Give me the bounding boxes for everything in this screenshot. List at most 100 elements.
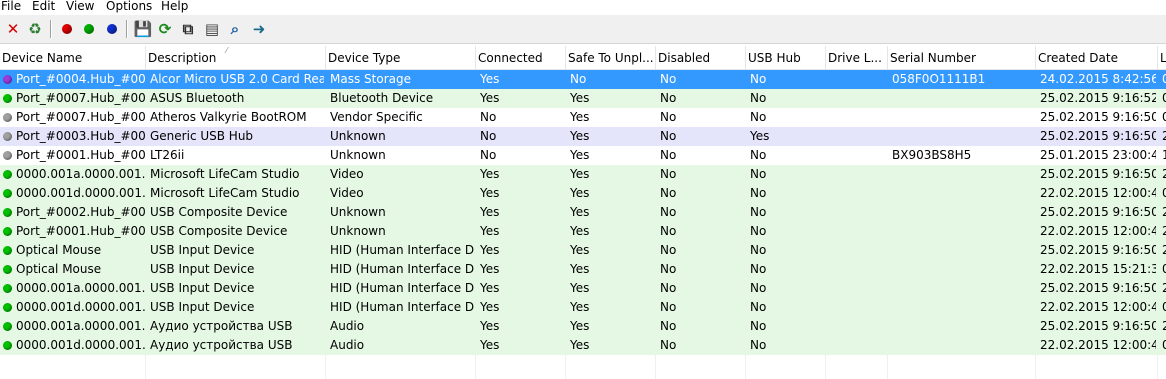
table-row[interactable]: 0000.001a.0000.001.00... USB Input Device… [0, 279, 1166, 298]
table-row[interactable]: 0000.001d.0000.001.00... Microsoft LifeCa… [0, 184, 1166, 203]
table-cell [830, 222, 886, 241]
exit-icon: ➜ [252, 20, 266, 38]
save-button[interactable]: 💾 [134, 20, 153, 38]
table-cell: Video [330, 167, 364, 181]
table-row[interactable]: 0000.001a.0000.001.00... Microsoft LifeCa… [0, 165, 1166, 184]
blue-dot-button[interactable] [103, 20, 121, 38]
table-cell: 25.02.2015 9:16:50 [1040, 205, 1156, 219]
menu-edit[interactable]: Edit [32, 0, 55, 14]
table-cell [830, 241, 886, 260]
column-header[interactable]: Disabled [656, 46, 746, 69]
table-cell: Yes [480, 243, 500, 257]
uninstall-icon: ♻ [28, 20, 42, 38]
table-row[interactable]: Port_#0001.Hub_#0007 LT26ii Unknown No Yes No… [0, 146, 1166, 165]
table-cell: Yes [480, 167, 500, 181]
table-row[interactable]: 0000.001d.0000.001.00... USB Input Device… [0, 298, 1166, 317]
table-cell: Yes [480, 205, 500, 219]
table-cell: Yes [480, 262, 500, 276]
table-cell: BX903BS8H5 [892, 148, 972, 162]
toolbar: ✕ ♻ 💾 ⟳ ⧉ ▤ ⌕ ➜ [0, 15, 1166, 44]
column-header[interactable]: Drive L... [826, 46, 888, 69]
table-cell: Port_#0004.Hub_#0006 [16, 72, 145, 86]
table-cell: Video [330, 186, 364, 200]
table-cell: 24.02.2015 8:42:56 [1040, 72, 1156, 86]
table-cell [892, 279, 1034, 298]
device-status-icon [3, 151, 12, 160]
menu-file[interactable]: File [1, 0, 21, 14]
table-cell [830, 165, 886, 184]
column-header[interactable]: Device Name [0, 46, 146, 69]
table-cell: 0000.001d.0000.001.00... [16, 338, 145, 352]
table-cell: No [660, 186, 677, 200]
menu-view[interactable]: View [66, 0, 94, 14]
table-row[interactable]: Port_#0003.Hub_#0003 Generic USB Hub Unkno… [0, 127, 1166, 146]
table-row[interactable]: Optical Mouse USB Input Device HID (Human … [0, 241, 1166, 260]
column-header[interactable]: USB Hub [746, 46, 826, 69]
table-cell: 058F0O1111B1 [892, 72, 986, 86]
table-cell: Yes [570, 224, 590, 238]
table-row[interactable]: 0000.001d.0000.001.00... Аудио устройства… [0, 336, 1166, 355]
table-cell [892, 336, 1034, 355]
table-row[interactable]: Port_#0001.Hub_#0006 USB Composite Device… [0, 222, 1166, 241]
refresh-button[interactable]: ⟳ [156, 20, 174, 38]
table-row[interactable]: Optical Mouse USB Input Device HID (Human … [0, 260, 1166, 279]
table-cell: Yes [570, 338, 590, 352]
device-status-icon [3, 341, 12, 350]
menu-help[interactable]: Help [161, 0, 188, 14]
table-cell: Yes [480, 186, 500, 200]
table-cell: 0000.001a.0000.001.00... [16, 167, 145, 181]
device-list[interactable]: Device Name Description ⁄ Device Type Connec… [0, 46, 1166, 379]
table-cell [830, 279, 886, 298]
find-button[interactable]: ⌕ [226, 20, 244, 38]
table-cell: No [480, 129, 497, 143]
table-cell: No [660, 91, 677, 105]
table-cell: 1 [1162, 148, 1166, 162]
column-header[interactable]: Serial Number [888, 46, 1036, 69]
column-header[interactable]: Safe To Unpl... [566, 46, 656, 69]
table-cell: Unknown [330, 148, 386, 162]
table-cell: Atheros Valkyrie BootROM [150, 110, 307, 124]
copy-button[interactable]: ⧉ [179, 20, 197, 38]
red-dot-button[interactable] [58, 20, 76, 38]
table-cell: Аудио устройства USB [150, 319, 293, 333]
device-status-icon [3, 284, 12, 293]
table-cell [830, 108, 886, 127]
menu-options[interactable]: Options [106, 0, 152, 14]
device-status-icon [3, 189, 12, 198]
table-cell [830, 70, 886, 89]
column-header[interactable]: Device Type [326, 46, 476, 69]
table-cell: Yes [570, 205, 590, 219]
table-row[interactable]: Port_#0007.Hub_#0007 Atheros Valkyrie Boo… [0, 108, 1166, 127]
device-status-icon [3, 322, 12, 331]
green-dot-icon [84, 24, 94, 34]
table-cell: 0 [1162, 110, 1166, 124]
table-cell: Yes [480, 72, 500, 86]
table-cell: 0 [1162, 72, 1166, 86]
exit-button[interactable]: ➜ [250, 20, 268, 38]
column-header[interactable]: Description [146, 46, 326, 69]
table-cell: Microsoft LifeCam Studio [150, 167, 300, 181]
device-status-icon [3, 227, 12, 236]
table-row[interactable]: Port_#0007.Hub_#0007 ASUS Bluetooth Blueto… [0, 89, 1166, 108]
table-row[interactable]: Port_#0004.Hub_#0006 Alcor Micro USB 2.0 … [0, 70, 1166, 89]
table-cell: Yes [480, 91, 500, 105]
properties-button[interactable]: ▤ [203, 20, 221, 38]
table-cell: Yes [570, 262, 590, 276]
table-row[interactable]: 0000.001a.0000.001.00... Аудио устройства… [0, 317, 1166, 336]
table-row[interactable]: Port_#0002.Hub_#0005 USB Composite Device… [0, 203, 1166, 222]
uninstall-button[interactable]: ♻ [26, 20, 44, 38]
table-cell: HID (Human Interface D... [330, 262, 474, 276]
device-status-icon [3, 75, 12, 84]
column-header[interactable]: Created Date [1036, 46, 1158, 69]
table-cell: Audio [330, 319, 365, 333]
green-dot-button[interactable] [80, 20, 98, 38]
column-header[interactable]: L [1158, 46, 1166, 69]
column-header[interactable]: Connected [476, 46, 566, 69]
table-cell: Port_#0001.Hub_#0007 [16, 148, 145, 162]
table-cell: 25.01.2015 23:00:40 [1040, 148, 1156, 162]
table-cell: No [660, 243, 677, 257]
table-cell: No [660, 205, 677, 219]
table-cell: No [480, 110, 497, 124]
table-cell: Yes [570, 186, 590, 200]
disconnect-button[interactable]: ✕ [4, 20, 22, 38]
